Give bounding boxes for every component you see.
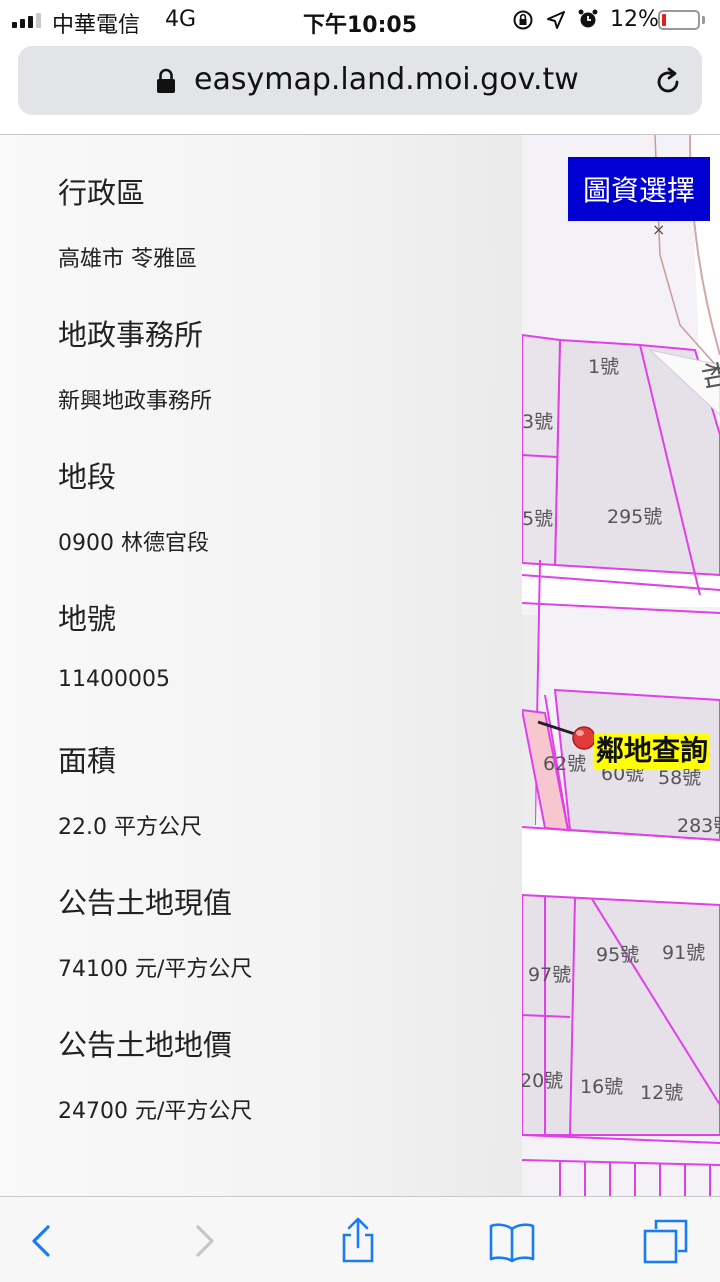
field-value: 新興地政事務所 xyxy=(58,389,213,414)
url-text[interactable]: easymap.land.moi.gov.tw xyxy=(194,62,579,97)
field-value: 24700 元/平方公尺 xyxy=(58,1099,253,1124)
battery-percent: 12% xyxy=(610,7,659,32)
lock-icon xyxy=(157,68,175,93)
back-icon[interactable] xyxy=(18,1217,66,1265)
parcel-number-label: 283號 xyxy=(677,815,720,837)
rotation-lock-icon xyxy=(513,10,533,30)
neighbor-query-button[interactable]: 鄰地查詢 xyxy=(594,733,711,769)
status-bar: 中華電信 4G 下午10:05 12% xyxy=(0,0,720,40)
field-value: 11400005 xyxy=(58,667,170,692)
parcel-number-label: 5號 xyxy=(522,508,553,530)
parcel-number-label: 12號 xyxy=(640,1082,683,1104)
parcel-number-label: 16號 xyxy=(580,1076,623,1098)
parcel-number-label: 295號 xyxy=(607,506,662,528)
browser-address-area: easymap.land.moi.gov.tw xyxy=(0,40,720,135)
location-icon xyxy=(547,11,565,29)
field-label: 地號 xyxy=(58,602,117,636)
field-value: 74100 元/平方公尺 xyxy=(58,957,253,982)
field-label: 行政區 xyxy=(58,176,146,210)
layer-select-button[interactable]: 圖資選擇 xyxy=(568,157,710,221)
address-bar[interactable]: easymap.land.moi.gov.tw xyxy=(18,46,702,115)
share-icon[interactable] xyxy=(334,1217,382,1265)
parcel-number-label: 20號 xyxy=(520,1070,563,1092)
map-pin-icon xyxy=(572,726,596,750)
field-label: 地政事務所 xyxy=(58,318,204,352)
bookmarks-icon[interactable] xyxy=(488,1217,536,1265)
svg-text:×: × xyxy=(652,220,665,239)
field-value: 0900 林德官段 xyxy=(58,531,209,556)
field-value: 高雄市 苓雅區 xyxy=(58,247,197,272)
parcel-number-label: 58號 xyxy=(658,767,701,789)
parcel-number-label: 62號 xyxy=(543,753,586,775)
field-label: 地段 xyxy=(58,460,117,494)
parcel-number-label: 91號 xyxy=(662,942,705,964)
parcel-number-label: 97號 xyxy=(528,964,571,986)
parcel-number-label: 1號 xyxy=(588,356,619,378)
parcel-number-label: 3號 xyxy=(522,411,553,433)
tabs-icon[interactable] xyxy=(642,1217,690,1265)
field-value: 22.0 平方公尺 xyxy=(58,815,202,840)
reload-icon[interactable] xyxy=(652,66,684,98)
field-label: 面積 xyxy=(58,744,117,778)
parcel-info-panel: 行政區高雄市 苓雅區地政事務所新興地政事務所地段 0900 林德官段地號 11400… xyxy=(0,135,522,1196)
field-label: 公告土地現值 xyxy=(58,886,233,920)
field-label: 公告土地地價 xyxy=(58,1028,233,1062)
parcel-number-label: 95號 xyxy=(596,944,639,966)
forward-icon[interactable] xyxy=(180,1217,228,1265)
alarm-icon xyxy=(578,9,598,28)
battery-icon xyxy=(658,10,700,30)
browser-toolbar xyxy=(0,1196,720,1282)
